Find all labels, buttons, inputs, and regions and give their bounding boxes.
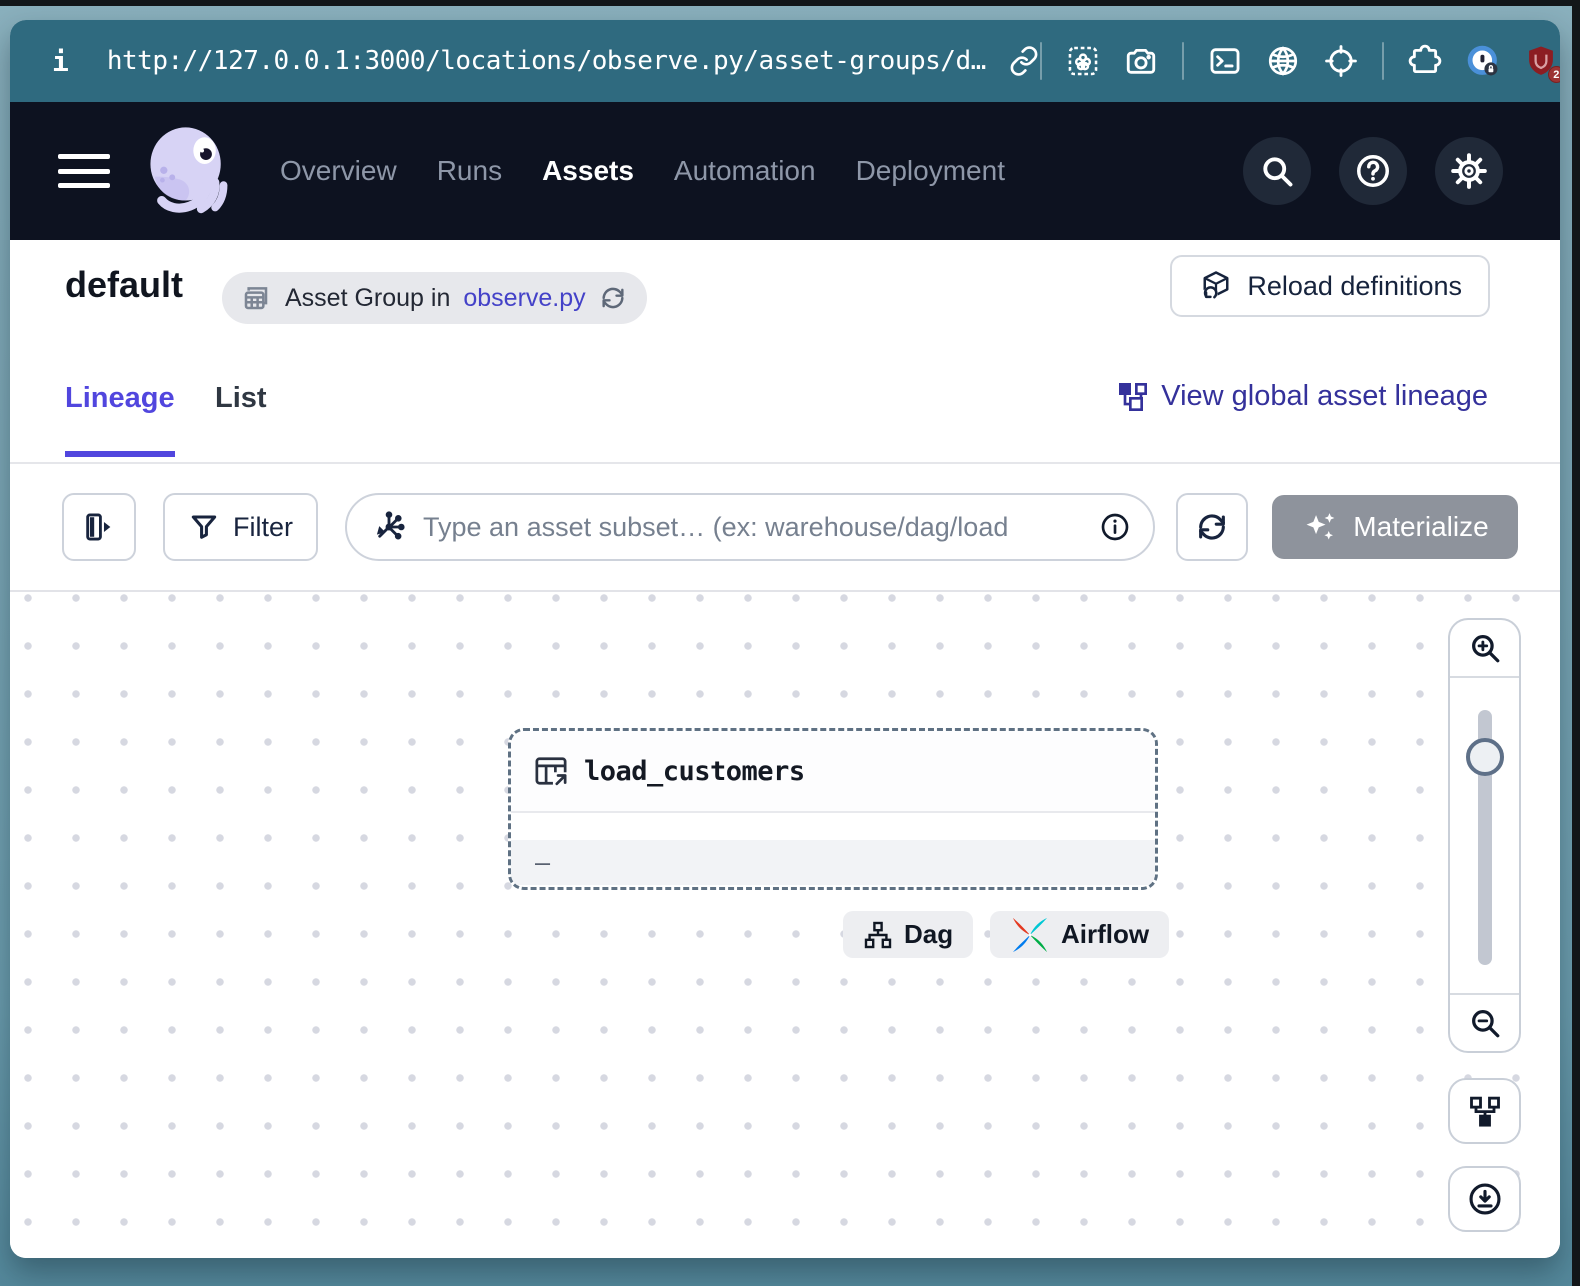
view-global-asset-lineage-label: View global asset lineage [1161,380,1488,413]
asset-subset-search[interactable] [345,493,1155,561]
sparkles-icon [1301,508,1339,546]
reload-definitions-icon [1198,268,1234,304]
zoom-slider-thumb[interactable] [1466,738,1504,776]
nav-item-runs[interactable]: Runs [437,155,502,187]
page-title: default [65,264,183,306]
globe-icon[interactable] [1266,44,1300,78]
toolbar-divider [1382,42,1384,80]
nav-item-deployment[interactable]: Deployment [856,155,1005,187]
search-button[interactable] [1243,137,1311,205]
zoom-in-button[interactable] [1450,620,1519,678]
lineage-toolbar: Filter [10,464,1560,592]
relayout-graph-button[interactable] [1448,1078,1521,1144]
asset-node-header: load_customers [511,731,1155,813]
expand-panel-button[interactable] [62,493,136,561]
code-location-icon [240,282,272,314]
filter-label: Filter [233,512,293,543]
nav-actions [1243,137,1503,205]
view-global-asset-lineage-link[interactable]: View global asset lineage [1117,380,1488,413]
lineage-graph-icon [1117,381,1149,413]
screenshot-camera-icon[interactable] [1124,44,1158,78]
adblock-shield-icon[interactable]: 2 [1524,44,1558,78]
reload-definitions-button[interactable]: Reload definitions [1170,255,1490,317]
settings-gear-button[interactable] [1435,137,1503,205]
op-selection-icon [371,509,407,545]
screen-edge-top [0,0,1580,6]
materialize-label: Materialize [1353,511,1488,543]
asset-node-body [511,813,1155,840]
page-info-icon[interactable]: i [52,45,69,78]
app-navbar: Overview Runs Assets Automation Deployme… [10,102,1560,240]
tag-dag[interactable]: Dag [843,911,973,958]
tabs-row: Lineage List View global asset lineage [10,346,1560,464]
tag-dag-label: Dag [904,919,953,950]
browser-toolbar-icons: 2 [1040,42,1560,80]
asset-group-file-link[interactable]: observe.py [463,284,585,313]
asset-node-title: load_customers [584,756,805,787]
page-header: default Asset Group in observe.py R [10,240,1560,346]
external-table-icon [533,753,569,789]
tab-list[interactable]: List [215,382,267,415]
nav-item-overview[interactable]: Overview [280,155,397,187]
dagster-logo[interactable] [142,123,232,219]
download-image-button[interactable] [1448,1166,1521,1232]
airflow-logo-icon [1010,915,1050,955]
info-icon[interactable] [1099,511,1131,543]
lineage-canvas[interactable]: load_customers – Dag [10,592,1560,1258]
browser-window: i http://127.0.0.1:3000/locations/observ… [10,20,1560,1258]
asset-node-footer-value: – [535,848,550,877]
nav-items: Overview Runs Assets Automation Deployme… [280,155,1005,187]
password-manager-icon[interactable] [1466,44,1500,78]
copy-link-icon[interactable] [1008,44,1040,78]
dag-icon [863,920,893,950]
shield-badge-count: 2 [1548,66,1560,83]
asset-node-footer: – [511,840,1155,885]
address-url[interactable]: http://127.0.0.1:3000/locations/observe.… [107,46,986,76]
help-button[interactable] [1339,137,1407,205]
toolbar-divider [1040,42,1042,80]
filter-button[interactable]: Filter [163,493,318,561]
terminal-icon[interactable] [1208,44,1242,78]
zoom-out-button[interactable] [1450,993,1519,1051]
crosshair-target-icon[interactable] [1324,44,1358,78]
refresh-icon [1195,510,1229,544]
zoom-controls [1448,618,1521,1053]
panel-open-icon [82,510,116,544]
asset-node-load-customers[interactable]: load_customers – [508,728,1158,890]
filter-funnel-icon [188,511,220,543]
nav-item-assets[interactable]: Assets [542,155,634,187]
reload-definitions-label: Reload definitions [1247,271,1462,302]
asset-subset-input[interactable] [423,512,1083,543]
extension-puzzle-icon[interactable] [1408,44,1442,78]
refresh-location-icon[interactable] [599,284,627,312]
browser-url-bar: i http://127.0.0.1:3000/locations/observ… [10,20,1560,102]
asset-group-badge-text: Asset Group in [285,284,450,313]
menu-hamburger-icon[interactable] [58,154,110,188]
tag-airflow[interactable]: Airflow [990,911,1169,958]
download-icon [1467,1181,1503,1217]
screen-edge-right [1572,0,1580,1286]
graph-layout-icon [1467,1093,1503,1129]
nav-item-automation[interactable]: Automation [674,155,816,187]
tag-airflow-label: Airflow [1061,919,1149,950]
materialize-button[interactable]: Materialize [1272,495,1518,559]
asset-group-badge: Asset Group in observe.py [222,272,647,324]
tab-lineage[interactable]: Lineage [65,382,175,415]
toolbar-divider [1182,42,1184,80]
zoom-slider[interactable] [1450,678,1519,993]
reader-flower-icon[interactable] [1066,44,1100,78]
refresh-graph-button[interactable] [1176,493,1248,561]
